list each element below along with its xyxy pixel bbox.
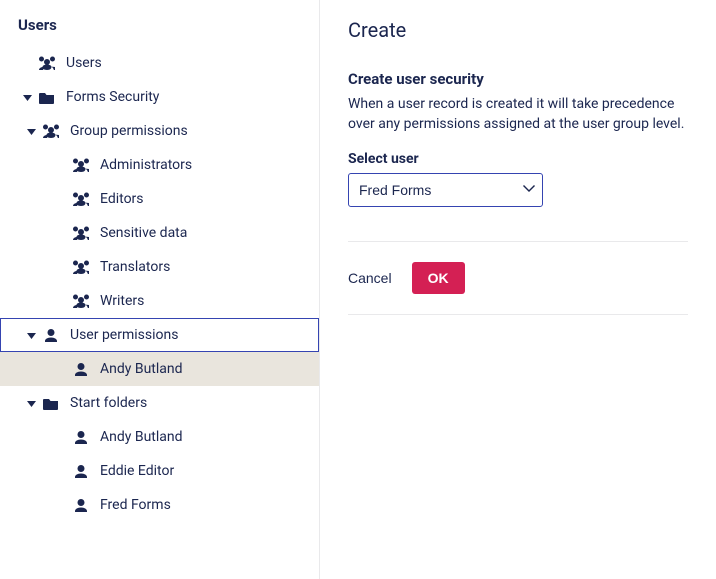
tree-item[interactable]: Sensitive data	[0, 216, 319, 250]
folder-icon	[36, 90, 58, 104]
tree-item[interactable]: Editors	[0, 182, 319, 216]
select-user-label: Select user	[348, 151, 688, 167]
tree: Users Forms Security Group permissions Admi…	[0, 46, 319, 522]
tree-item-label: User permissions	[70, 327, 178, 343]
action-bar: Cancel OK	[348, 241, 688, 315]
tree-item-label: Andy Butland	[100, 429, 183, 445]
users-icon	[40, 124, 62, 138]
tree-item[interactable]: Administrators	[0, 148, 319, 182]
tree-item-label: Editors	[100, 191, 144, 207]
tree-item-label: Fred Forms	[100, 497, 171, 513]
section-title: Create user security	[348, 70, 688, 88]
tree-item[interactable]: Andy Butland	[0, 420, 319, 454]
user-icon	[70, 362, 92, 376]
tree-item[interactable]: Translators	[0, 250, 319, 284]
caret-down-icon[interactable]	[18, 93, 36, 102]
users-icon	[70, 192, 92, 206]
tree-item[interactable]: Users	[0, 46, 319, 80]
user-icon	[40, 328, 62, 342]
tree-item[interactable]: Eddie Editor	[0, 454, 319, 488]
ok-button[interactable]: OK	[412, 262, 465, 294]
tree-item[interactable]: Andy Butland	[0, 352, 319, 386]
folder-icon	[40, 396, 62, 410]
tree-item-label: Sensitive data	[100, 225, 187, 241]
tree-item-label: Writers	[100, 293, 144, 309]
user-icon	[70, 498, 92, 512]
tree-item-label: Andy Butland	[100, 361, 183, 377]
tree-item[interactable]: Writers	[0, 284, 319, 318]
cancel-button[interactable]: Cancel	[348, 270, 392, 286]
sidebar: Users Users Forms Security Group permissio…	[0, 0, 320, 579]
main-panel: Create Create user security When a user …	[320, 0, 716, 579]
users-icon	[70, 294, 92, 308]
tree-item[interactable]: Group permissions	[0, 114, 319, 148]
tree-item[interactable]: Start folders	[0, 386, 319, 420]
caret-down-icon[interactable]	[22, 331, 40, 340]
tree-item-label: Translators	[100, 259, 170, 275]
users-icon	[36, 56, 58, 70]
sidebar-title: Users	[0, 0, 319, 46]
select-user-dropdown[interactable]: Fred Forms	[348, 173, 543, 207]
caret-down-icon[interactable]	[22, 399, 40, 408]
tree-item-label: Eddie Editor	[100, 463, 174, 479]
tree-item[interactable]: User permissions	[0, 318, 319, 352]
tree-item-label: Users	[66, 55, 102, 71]
users-icon	[70, 158, 92, 172]
select-user-wrap: Fred Forms	[348, 173, 543, 207]
users-icon	[70, 226, 92, 240]
tree-item-label: Group permissions	[70, 123, 188, 139]
tree-item[interactable]: Fred Forms	[0, 488, 319, 522]
tree-item-label: Administrators	[100, 157, 192, 173]
section-description: When a user record is created it will ta…	[348, 94, 688, 135]
user-icon	[70, 464, 92, 478]
tree-item[interactable]: Forms Security	[0, 80, 319, 114]
users-icon	[70, 260, 92, 274]
page-heading: Create	[348, 18, 688, 42]
caret-down-icon[interactable]	[22, 127, 40, 136]
tree-item-label: Start folders	[70, 395, 147, 411]
user-icon	[70, 430, 92, 444]
tree-item-label: Forms Security	[66, 89, 159, 105]
